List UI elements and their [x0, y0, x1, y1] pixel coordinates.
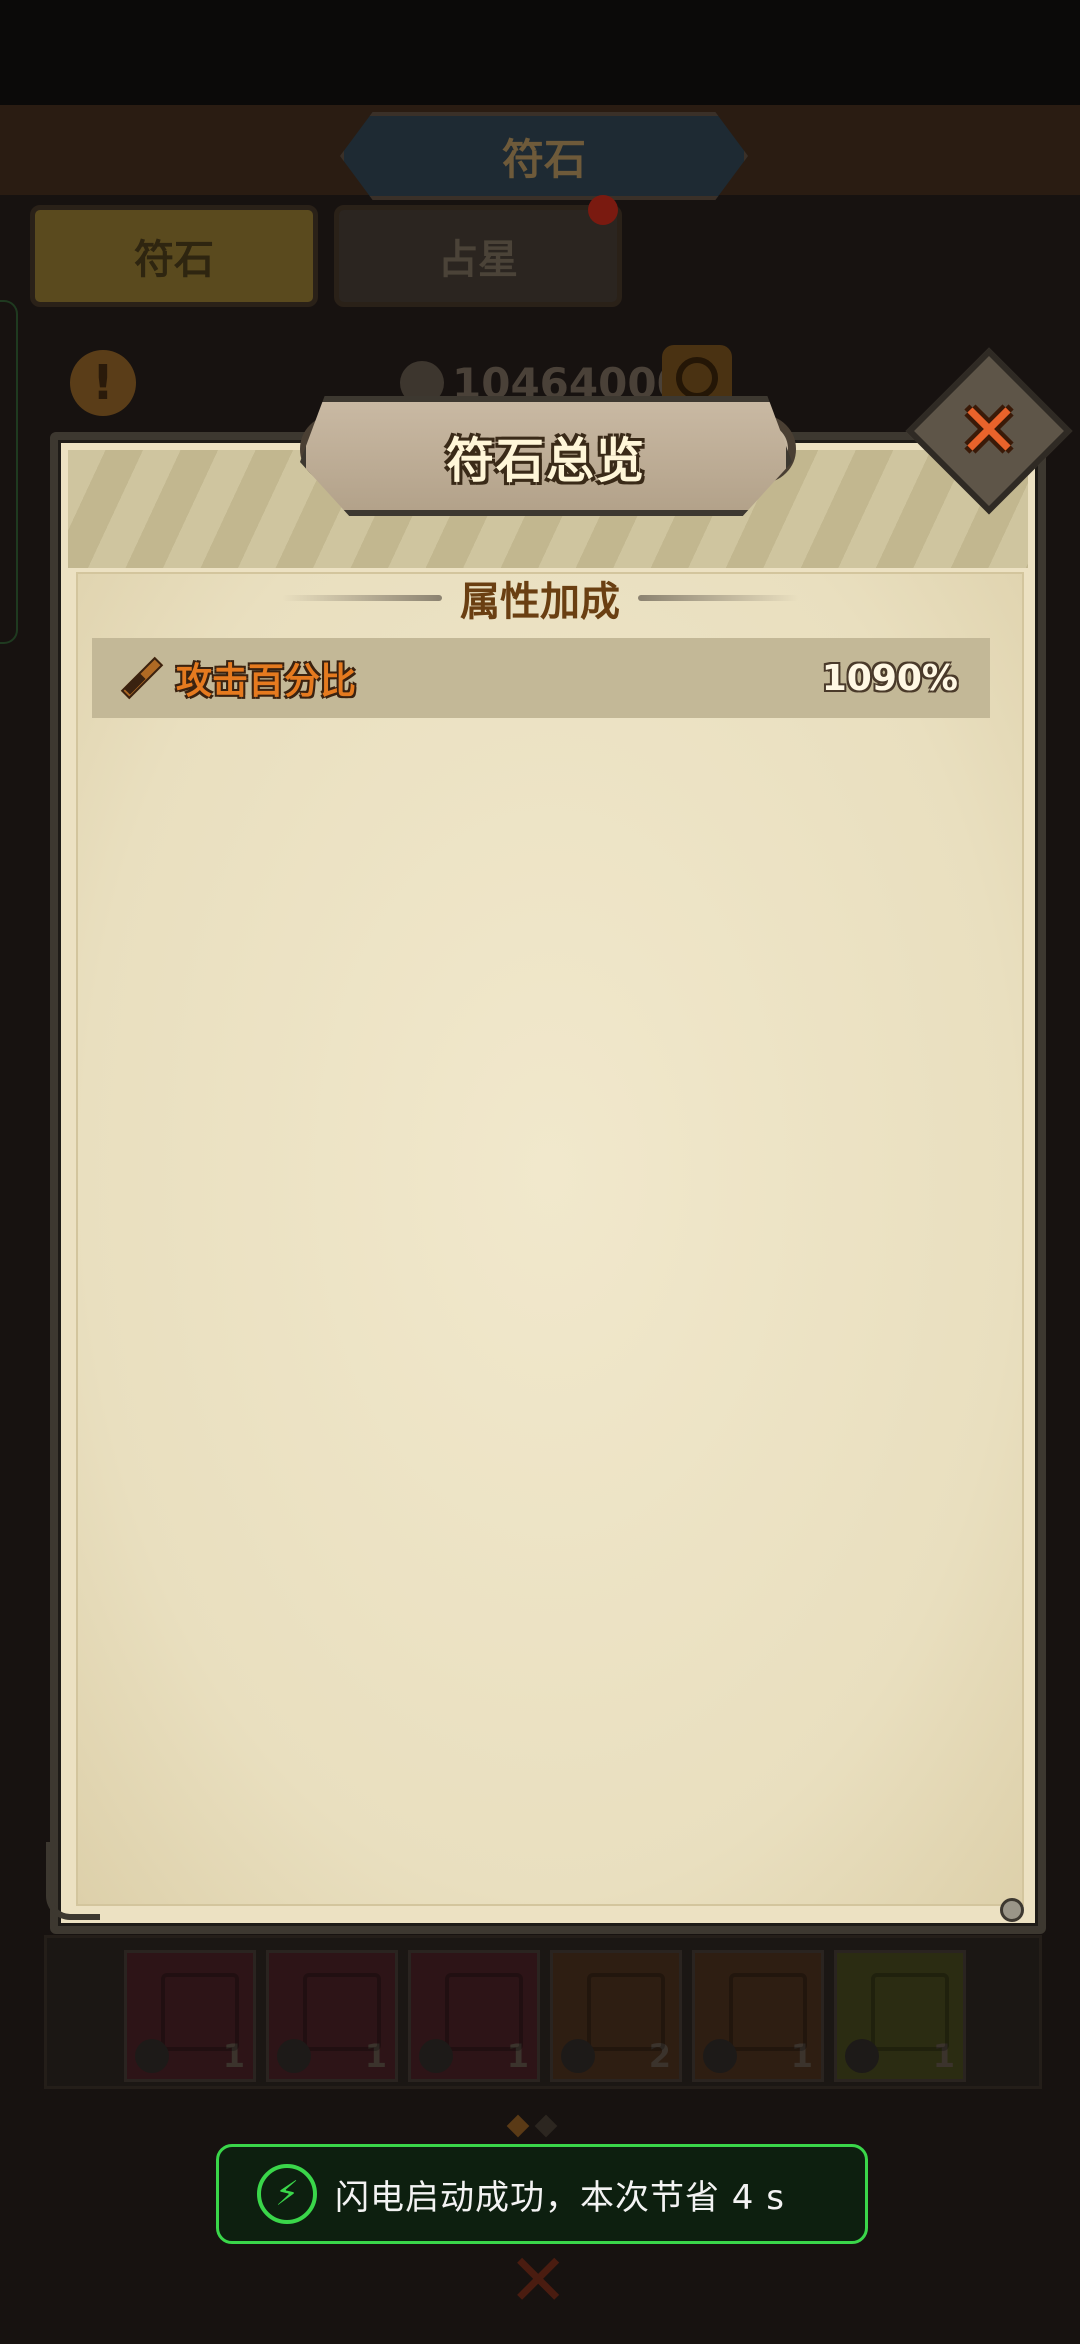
rune-slot[interactable]: 1: [834, 1950, 966, 2082]
close-icon: ✕: [957, 387, 1021, 474]
sword-icon: [561, 2039, 595, 2073]
toast-notification: ⚡ 闪电启动成功，本次节省 4 s: [216, 2144, 868, 2244]
modal-title-plaque: 符石总览: [300, 396, 792, 516]
notification-dot: [588, 195, 618, 225]
page-dot: [534, 2114, 558, 2138]
section-header: 属性加成: [240, 572, 840, 625]
side-panel-handle[interactable]: [0, 300, 18, 644]
corner-knob: [1000, 1898, 1024, 1922]
rune-shape: [729, 1973, 807, 2051]
rune-shape: [871, 1973, 949, 2051]
rune-slot[interactable]: 2: [550, 1950, 682, 2082]
lightning-icon: ⚡: [257, 2164, 317, 2224]
rune-shape: [303, 1973, 381, 2051]
page-title: 符石: [501, 134, 586, 184]
rune-shape: [587, 1973, 665, 2051]
shield-icon: [845, 2039, 879, 2073]
attribute-row: 攻击百分比 1090%: [92, 638, 990, 718]
heart-icon: [277, 2039, 311, 2073]
rune-shape: [445, 1973, 523, 2051]
flourish-left: [282, 595, 442, 601]
rune-slot[interactable]: 1: [692, 1950, 824, 2082]
corner-ornament: [46, 1842, 100, 1920]
tab-astrology[interactable]: 占星: [334, 205, 622, 307]
bottom-close-icon[interactable]: ✕: [508, 2238, 568, 2322]
toast-text: 闪电启动成功，本次节省 4 s: [335, 2177, 785, 2218]
title-plaque: 符石: [340, 112, 748, 200]
rune-slot[interactable]: 1: [266, 1950, 398, 2082]
rune-slot[interactable]: 1: [408, 1950, 540, 2082]
flourish-right: [638, 595, 798, 601]
sword-icon: [118, 656, 162, 700]
page-dot-active: [506, 2114, 530, 2138]
modal-title: 符石总览: [445, 433, 646, 489]
section-title: 属性加成: [460, 579, 620, 625]
rune-slot[interactable]: 1: [124, 1950, 256, 2082]
rune-shape: [161, 1973, 239, 2051]
modal-content-area: [76, 572, 1024, 1906]
attribute-name: 攻击百分比: [176, 661, 357, 702]
shield-icon: [135, 2039, 169, 2073]
heart-icon: [419, 2039, 453, 2073]
sword-icon: [703, 2039, 737, 2073]
attribute-value: 1090%: [821, 657, 958, 699]
info-icon[interactable]: !: [70, 350, 136, 416]
page-indicator: [506, 2114, 558, 2138]
tab-runestone[interactable]: 符石: [30, 205, 318, 307]
